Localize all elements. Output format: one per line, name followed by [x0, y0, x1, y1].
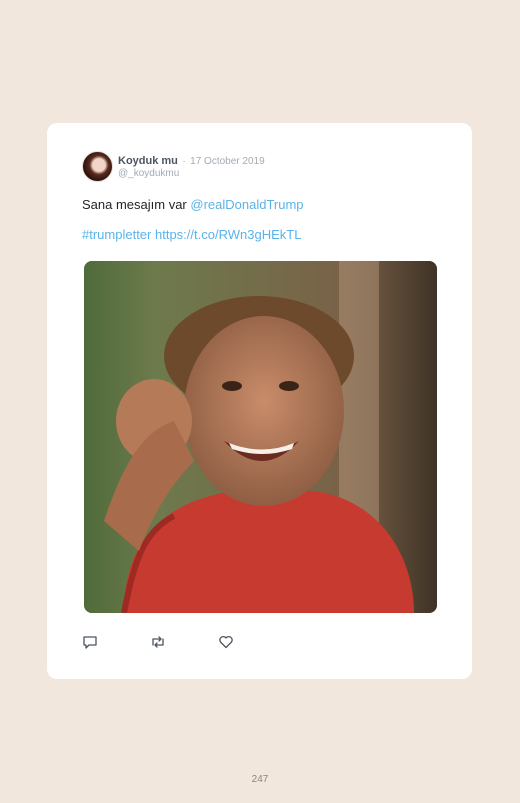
tweet-actions — [82, 634, 286, 650]
tweet-text-line-1: Sana mesajım var @realDonaldTrump — [82, 197, 304, 212]
reply-icon[interactable] — [82, 634, 98, 650]
tweet-text-line-2: #trumpletter https://t.co/RWn3gHEkTL — [82, 227, 301, 242]
display-name[interactable]: Koyduk mu — [118, 155, 178, 167]
retweet-icon[interactable] — [150, 634, 166, 650]
mention-link[interactable]: @realDonaldTrump — [190, 197, 303, 212]
tweet-photo[interactable] — [84, 261, 437, 613]
tweet-text: Sana mesajım var — [82, 197, 191, 212]
tweet-date[interactable]: 17 October 2019 — [190, 156, 265, 167]
tweet-header: Koyduk mu · 17 October 2019 @_koydukmu — [82, 151, 265, 182]
tweet-card: Koyduk mu · 17 October 2019 @_koydukmu S… — [47, 123, 472, 679]
user-handle[interactable]: @_koydukmu — [118, 168, 265, 180]
hashtag-link[interactable]: #trumpletter — [82, 227, 151, 242]
avatar[interactable] — [82, 151, 113, 182]
heart-icon[interactable] — [218, 634, 234, 650]
page-number: 247 — [251, 774, 269, 785]
url-link[interactable]: https://t.co/RWn3gHEkTL — [155, 227, 301, 242]
author-info: Koyduk mu · 17 October 2019 @_koydukmu — [118, 154, 265, 180]
separator: · — [182, 155, 186, 167]
